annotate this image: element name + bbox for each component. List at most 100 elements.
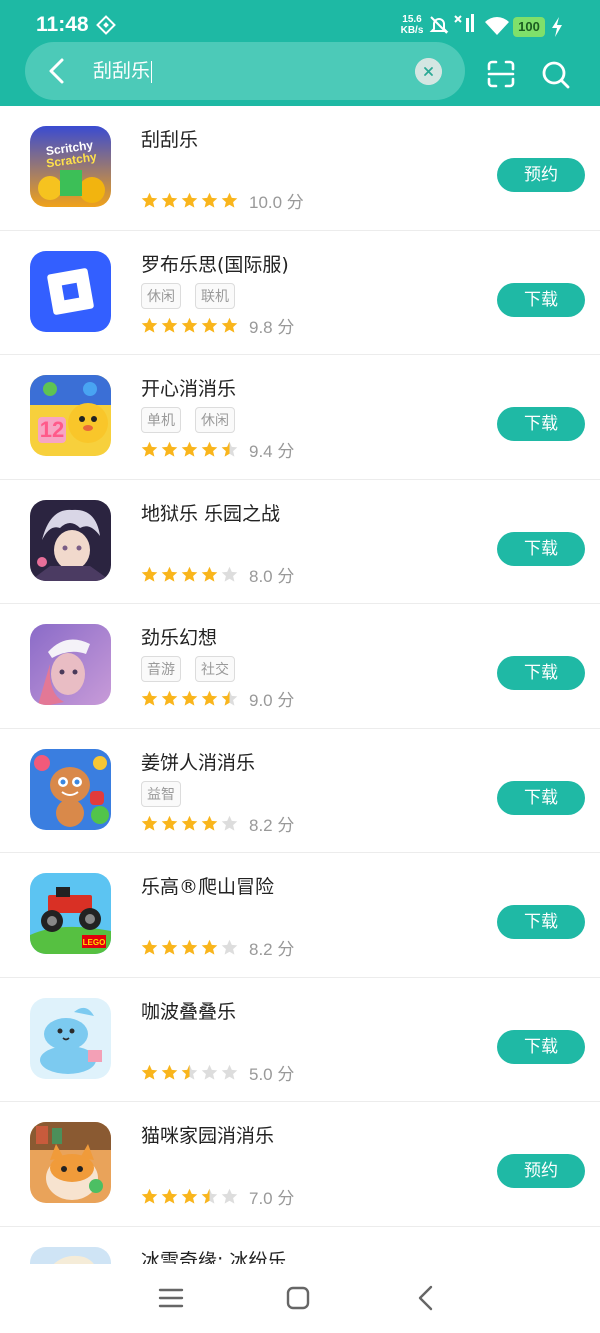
app-name[interactable]: 咖波叠叠乐 xyxy=(141,997,236,1024)
scratchy-scratch-icon[interactable]: Scritchy Scratchy xyxy=(30,126,111,207)
download-button[interactable]: 下载 xyxy=(497,1029,585,1064)
roblox-icon[interactable] xyxy=(30,250,111,332)
app-tag: 音游 xyxy=(141,656,181,682)
app-tags: 单机 休闲 xyxy=(141,407,235,433)
search-query: 刮刮乐 xyxy=(93,60,151,82)
download-button[interactable]: 下载 xyxy=(497,531,585,566)
status-time: 11:48 xyxy=(36,13,89,36)
gingerbread-icon[interactable] xyxy=(30,748,111,830)
hells-paradise-icon[interactable] xyxy=(30,499,111,581)
app-name[interactable]: 姜饼人消消乐 xyxy=(141,748,255,775)
rating-stars xyxy=(141,690,238,707)
reserve-button[interactable]: 预约 xyxy=(497,1154,585,1188)
download-button[interactable]: 下载 xyxy=(497,905,585,939)
wifi-icon xyxy=(485,17,509,35)
app-list-item[interactable]: 猫咪家园消消乐 7.0 分 预约 xyxy=(0,1102,600,1227)
app-name[interactable]: 乐高®爬山冒险 xyxy=(141,872,274,899)
rating-star xyxy=(201,939,218,955)
app-rating: 7.0 分 xyxy=(141,1184,294,1209)
app-name[interactable]: 开心消消乐 xyxy=(141,374,236,401)
app-name[interactable]: 猫咪家园消消乐 xyxy=(141,1121,274,1148)
search-bar[interactable] xyxy=(25,42,465,100)
app-list-item[interactable]: Scritchy Scratchy 刮刮乐 10.0 分 预约 xyxy=(0,106,600,231)
app-rating: 8.2 分 xyxy=(141,811,294,836)
scan-icon[interactable] xyxy=(486,59,516,89)
rating-star xyxy=(141,815,158,831)
app-rating: 8.0 分 xyxy=(141,562,294,587)
rating-score: 8.2 分 xyxy=(249,940,295,959)
rating-star xyxy=(161,441,178,457)
rating-star xyxy=(201,192,218,208)
rating-stars xyxy=(141,1188,238,1205)
diamond-icon xyxy=(96,15,116,35)
search-results-list[interactable]: Scritchy Scratchy 刮刮乐 10.0 分预约 罗布乐思(国际服) 休闲 联机… xyxy=(0,106,600,1264)
app-tag: 休闲 xyxy=(195,407,235,433)
rating-stars xyxy=(141,192,238,209)
app-tag: 休闲 xyxy=(141,282,181,309)
app-list-item[interactable]: 姜饼人消消乐 益智 8.2 分 下载 xyxy=(0,729,600,853)
clear-icon[interactable] xyxy=(415,58,442,85)
jinle-fantasy-icon[interactable] xyxy=(30,624,111,705)
rating-star xyxy=(141,1064,158,1080)
app-list-item[interactable]: 12 开心消消乐单机 休闲 9.4 分 下载 xyxy=(0,355,600,480)
rating-star xyxy=(141,690,158,706)
rating-star xyxy=(161,690,178,706)
back-icon[interactable] xyxy=(44,56,70,86)
svg-text:LEGO: LEGO xyxy=(83,938,106,947)
battery-level: 100 xyxy=(513,17,545,37)
app-name[interactable]: 刮刮乐 xyxy=(141,125,198,152)
rating-star xyxy=(181,317,198,333)
rating-score: 8.0 分 xyxy=(249,566,295,586)
rating-score: 9.0 分 xyxy=(249,691,295,710)
rating-star xyxy=(161,317,178,333)
app-header: 11:48 15.6 KB/s 100 刮刮乐 xyxy=(0,0,600,106)
frozen-icon[interactable] xyxy=(30,1246,111,1264)
app-list-item[interactable]: 劲乐幻想 音游 社交 9.0 分 下载 xyxy=(0,604,600,729)
rating-score: 10.0 分 xyxy=(249,193,304,212)
text-caret xyxy=(151,60,153,83)
app-name[interactable]: 劲乐幻想 xyxy=(141,623,217,650)
rating-stars xyxy=(141,1064,238,1081)
rating-star xyxy=(201,815,218,831)
app-name[interactable]: 罗布乐思(国际服) xyxy=(141,250,289,277)
app-tags: 益智 xyxy=(141,780,181,807)
download-button[interactable]: 下载 xyxy=(497,282,585,317)
rating-score: 9.8 分 xyxy=(249,317,295,337)
rating-star xyxy=(181,566,198,582)
app-list-item[interactable]: 罗布乐思(国际服) 休闲 联机 9.8 分 下载 xyxy=(0,231,600,355)
cat-home-icon[interactable] xyxy=(30,1122,111,1203)
rating-star xyxy=(141,566,158,582)
app-tags: 休闲 联机 xyxy=(141,282,235,309)
happy-elimination-icon[interactable]: 12 xyxy=(30,375,111,456)
rating-star xyxy=(181,939,198,955)
rating-star xyxy=(181,1188,198,1204)
app-list-item[interactable]: LEGO 乐高®爬山冒险 8.2 分 下载 xyxy=(0,853,600,978)
lego-hill-climb-icon[interactable]: LEGO xyxy=(30,873,111,954)
nav-back-icon[interactable] xyxy=(414,1283,438,1313)
capoo-stack-icon[interactable] xyxy=(30,997,111,1079)
rating-star xyxy=(221,566,238,582)
rating-star xyxy=(221,1064,238,1080)
download-button[interactable]: 下载 xyxy=(497,407,585,441)
search-icon[interactable] xyxy=(541,60,571,90)
rating-star xyxy=(161,192,178,208)
rating-star xyxy=(161,1064,178,1080)
download-button[interactable]: 下载 xyxy=(497,656,585,690)
reserve-button[interactable]: 预约 xyxy=(497,158,585,192)
app-list-item[interactable]: 冰雪奇缘: 冰纷乐 xyxy=(0,1227,600,1265)
download-button[interactable]: 下载 xyxy=(497,780,585,815)
rating-score: 9.4 分 xyxy=(249,442,295,461)
app-name[interactable]: 冰雪奇缘: 冰纷乐 xyxy=(141,1246,286,1265)
app-rating: 9.4 分 xyxy=(141,437,294,462)
app-name[interactable]: 地狱乐 乐园之战 xyxy=(141,499,280,526)
rating-star xyxy=(221,1188,238,1204)
rating-stars xyxy=(141,566,238,583)
app-list-item[interactable]: 咖波叠叠乐 5.0 分 下载 xyxy=(0,978,600,1102)
recent-apps-icon[interactable] xyxy=(158,1286,184,1310)
app-rating: 5.0 分 xyxy=(141,1060,294,1085)
search-input[interactable]: 刮刮乐 xyxy=(93,58,153,84)
app-list-item[interactable]: 地狱乐 乐园之战 8.0 分 下载 xyxy=(0,480,600,604)
rating-star xyxy=(181,1064,198,1080)
home-icon[interactable] xyxy=(285,1285,311,1311)
rating-star xyxy=(161,815,178,831)
